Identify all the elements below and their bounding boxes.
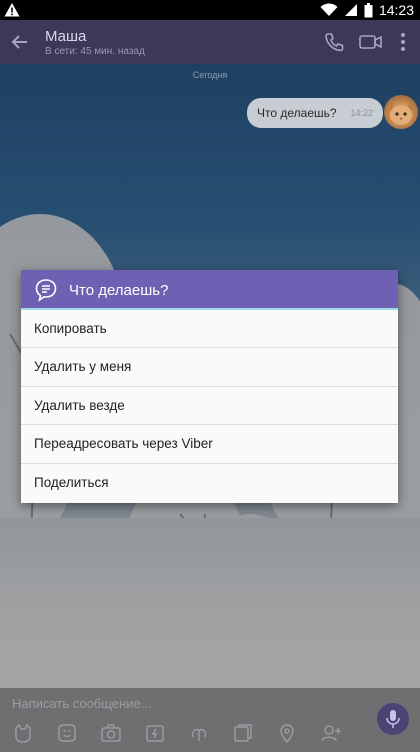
message-bubble[interactable]: Что делаешь? 14:22 xyxy=(247,98,383,128)
wifi-icon xyxy=(320,3,338,16)
menu-item-delete-everywhere[interactable]: Удалить везде xyxy=(21,387,398,426)
menu-item-label: Удалить у меня xyxy=(34,359,132,375)
last-seen-status: В сети: 45 мин. назад xyxy=(45,46,145,57)
doodle-icon[interactable] xyxy=(188,722,210,744)
location-pin-icon[interactable] xyxy=(276,722,298,744)
warning-icon xyxy=(4,3,20,17)
dialog-header: Что делаешь? xyxy=(21,270,398,310)
contact-name[interactable]: Маша xyxy=(45,28,86,45)
menu-item-share[interactable]: Поделиться xyxy=(21,464,398,502)
emoji-icon[interactable] xyxy=(56,722,78,744)
message-context-menu: Что делаешь? Копировать Удалить у меня У… xyxy=(21,270,398,503)
video-call-icon[interactable] xyxy=(358,31,384,53)
menu-item-forward-viber[interactable]: Переадресовать через Viber xyxy=(21,425,398,464)
status-icons: 14:23 xyxy=(320,1,414,19)
voice-message-button[interactable] xyxy=(377,703,409,735)
back-arrow-icon[interactable] xyxy=(10,32,30,52)
menu-item-label: Поделиться xyxy=(34,474,109,490)
status-bar: 14:23 xyxy=(0,0,420,20)
composer-bar: Написать сообщение... xyxy=(0,688,420,752)
chat-header: Маша В сети: 45 мин. назад xyxy=(0,20,420,64)
menu-item-label: Копировать xyxy=(34,321,107,336)
sticker-icon[interactable] xyxy=(12,722,34,744)
camera-icon[interactable] xyxy=(100,722,122,744)
gallery-icon[interactable] xyxy=(232,722,254,744)
message-time: 14:22 xyxy=(350,108,373,118)
battery-icon xyxy=(364,2,373,17)
menu-item-copy[interactable]: Копировать xyxy=(21,310,398,349)
menu-item-label: Удалить везде xyxy=(34,397,125,413)
cat-avatar-image xyxy=(389,103,413,125)
add-contact-icon[interactable] xyxy=(320,722,342,744)
phone-call-icon[interactable] xyxy=(323,31,345,53)
status-time: 14:23 xyxy=(378,2,414,18)
date-separator: Сегодня xyxy=(192,70,228,80)
more-options-icon[interactable] xyxy=(397,31,409,53)
menu-item-delete-for-me[interactable]: Удалить у меня xyxy=(21,348,398,387)
avatar[interactable] xyxy=(384,95,418,129)
chat-bubble-icon xyxy=(35,279,57,302)
signal-icon xyxy=(344,4,357,16)
dialog-title: Что делаешь? xyxy=(69,282,169,299)
message-input[interactable]: Написать сообщение... xyxy=(12,696,152,711)
microphone-icon xyxy=(386,710,400,728)
message-text: Что делаешь? xyxy=(257,106,337,120)
menu-item-label: Переадресовать через Viber xyxy=(34,436,213,452)
gif-icon[interactable] xyxy=(144,722,166,744)
